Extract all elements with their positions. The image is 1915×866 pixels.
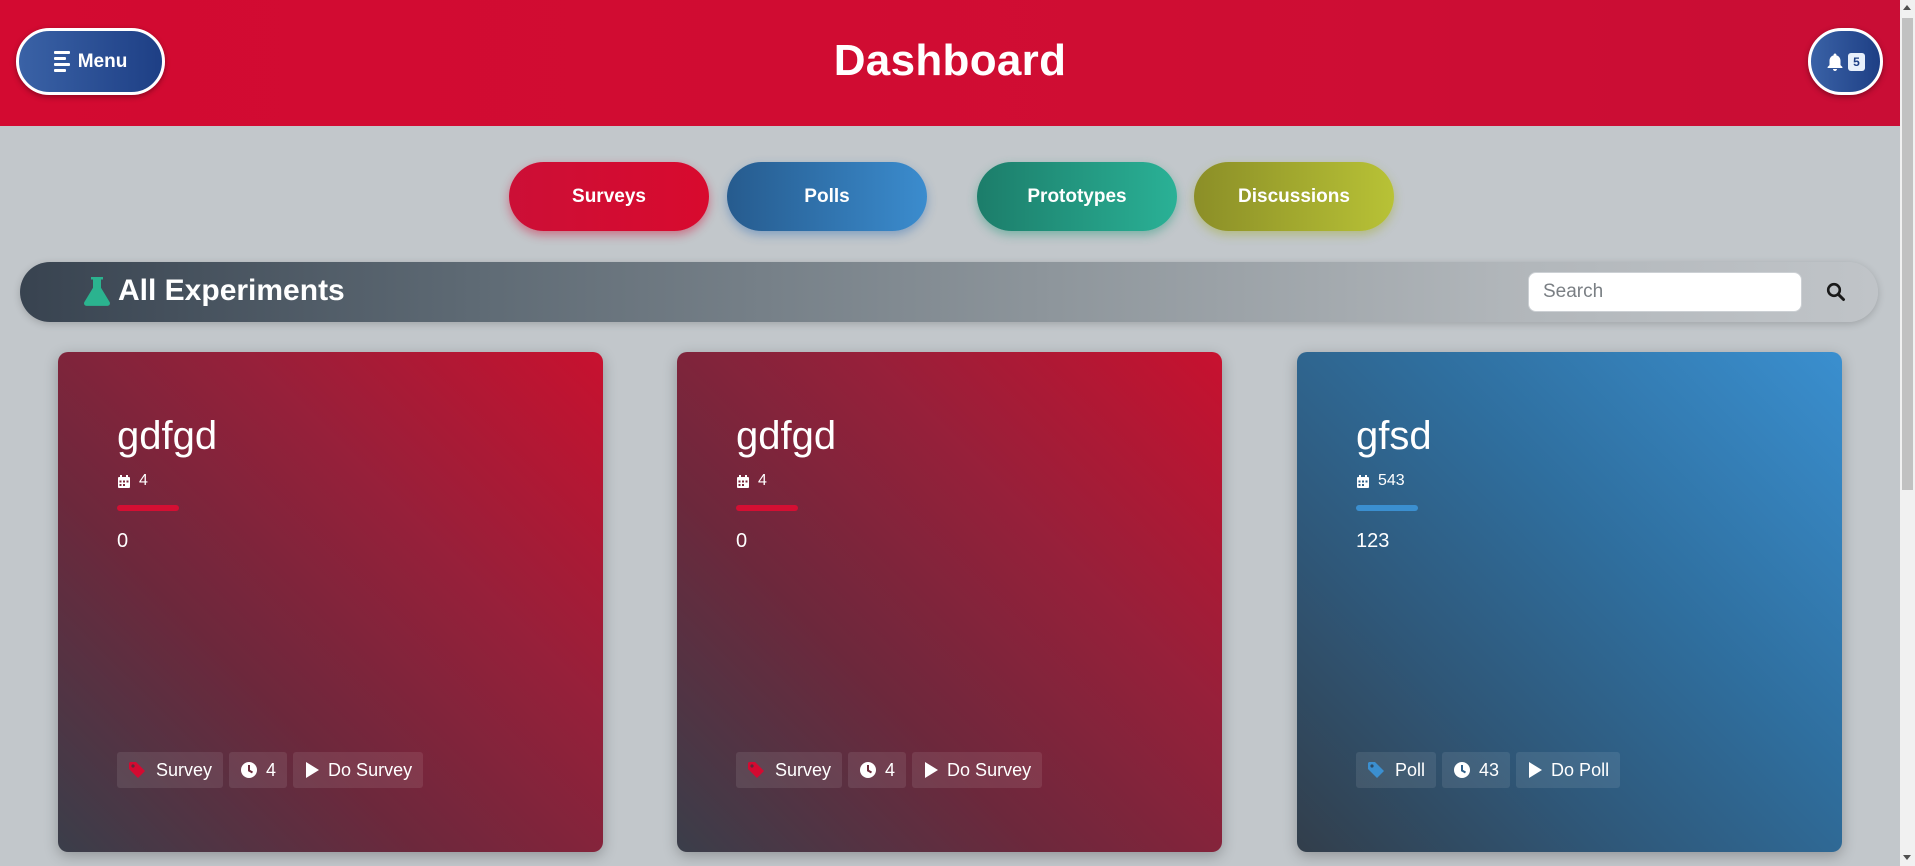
tag-icon: [748, 762, 764, 778]
experiment-card[interactable]: gdfgd 4 0 Survey 4 Do Survey: [677, 352, 1222, 852]
card-title: gdfgd: [736, 414, 837, 458]
card-description: 123: [1356, 530, 1390, 552]
card-action-label: Do Survey: [947, 759, 1032, 780]
calendar-icon: [118, 474, 130, 488]
card-date-value: 4: [139, 472, 148, 489]
card-duration-chip: 4: [848, 752, 907, 788]
calendar-icon: [1357, 474, 1369, 488]
do-poll-button[interactable]: Do Poll: [1516, 752, 1621, 788]
app-viewport: Menu Dashboard 5 Surveys Polls Prototype…: [0, 0, 1900, 866]
card-type-label: Survey: [156, 759, 213, 780]
top-header: Menu Dashboard 5: [0, 0, 1900, 126]
play-icon: [925, 762, 939, 778]
card-type-label: Poll: [1395, 759, 1426, 780]
experiments-section-bar: All Experiments: [20, 262, 1878, 322]
card-action-label: Do Poll: [1551, 759, 1610, 780]
card-type-chip: Survey: [117, 752, 224, 788]
bell-icon: [1827, 53, 1843, 71]
tag-icon: [129, 762, 145, 778]
scroll-up-arrow[interactable]: [1903, 5, 1911, 10]
card-footer: Survey 4 Do Survey: [736, 752, 1043, 788]
card-duration-label: 43: [1479, 759, 1500, 780]
card-date-value: 543: [1378, 472, 1405, 489]
clock-icon: [241, 762, 258, 778]
card-date: 4: [736, 472, 767, 490]
card-date: 4: [117, 472, 148, 490]
tab-polls[interactable]: Polls: [727, 162, 927, 231]
search-button[interactable]: [1820, 276, 1852, 308]
page-title: Dashboard: [833, 36, 1067, 85]
card-footer: Survey 4 Do Survey: [117, 752, 424, 788]
section-title: All Experiments: [82, 274, 345, 308]
card-date: 543: [1356, 472, 1405, 490]
card-divider: [1356, 505, 1418, 511]
card-duration-label: 4: [885, 759, 896, 780]
do-survey-button[interactable]: Do Survey: [912, 752, 1043, 788]
card-type-chip: Poll: [1356, 752, 1437, 788]
card-description: 0: [117, 530, 129, 552]
card-duration-chip: 4: [229, 752, 288, 788]
tab-prototypes[interactable]: Prototypes: [977, 162, 1177, 231]
scroll-down-arrow[interactable]: [1903, 855, 1911, 860]
card-title: gdfgd: [117, 414, 218, 458]
clock-icon: [860, 762, 877, 778]
section-title-label: All Experiments: [118, 274, 345, 307]
experiment-card[interactable]: gfsd 543 123 Poll 43 Do Poll: [1297, 352, 1842, 852]
page-scrollbar[interactable]: [1900, 0, 1915, 866]
tab-surveys[interactable]: Surveys: [509, 162, 709, 231]
card-date-value: 4: [758, 472, 767, 489]
card-action-label: Do Survey: [328, 759, 413, 780]
card-title: gfsd: [1356, 414, 1432, 458]
card-duration-label: 4: [266, 759, 277, 780]
tab-discussions[interactable]: Discussions: [1194, 162, 1394, 231]
scroll-thumb[interactable]: [1902, 18, 1913, 490]
play-icon: [306, 762, 320, 778]
search-icon: [1826, 282, 1845, 301]
card-duration-chip: 43: [1442, 752, 1511, 788]
flask-icon: [84, 277, 110, 306]
card-type-chip: Survey: [736, 752, 843, 788]
card-footer: Poll 43 Do Poll: [1356, 752, 1621, 788]
card-description: 0: [736, 530, 748, 552]
card-divider: [736, 505, 798, 511]
notification-count-badge: 5: [1848, 52, 1865, 71]
card-type-label: Survey: [775, 759, 832, 780]
card-divider: [117, 505, 179, 511]
search-input[interactable]: [1528, 272, 1802, 312]
do-survey-button[interactable]: Do Survey: [293, 752, 424, 788]
notifications-button[interactable]: 5: [1808, 28, 1883, 95]
clock-icon: [1454, 762, 1471, 778]
experiment-card[interactable]: gdfgd 4 0 Survey 4 Do Survey: [58, 352, 603, 852]
calendar-icon: [737, 474, 749, 488]
tag-icon: [1368, 762, 1384, 778]
play-icon: [1529, 762, 1543, 778]
